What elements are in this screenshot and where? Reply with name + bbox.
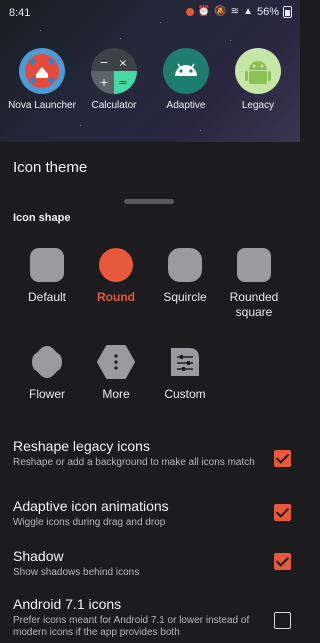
shape-option-round[interactable]: Round xyxy=(81,248,151,305)
battery-percent: 56% xyxy=(256,6,279,18)
sheet-title[interactable]: Icon theme xyxy=(13,159,87,176)
android-7-1-icons-checkbox[interactable] xyxy=(274,612,291,629)
setting-title: Android 7.1 icons xyxy=(13,596,122,612)
section-header-icon-shape: Icon shape xyxy=(13,212,71,224)
setting-description: Show shadows behind icons xyxy=(13,567,140,578)
shape-option-default[interactable]: Default xyxy=(12,248,82,305)
svg-text:−: − xyxy=(99,56,108,69)
shape-round-icon xyxy=(99,248,133,282)
shape-option-custom[interactable]: Custom xyxy=(150,345,220,402)
app-label: Adaptive xyxy=(166,100,206,111)
shape-label: Round xyxy=(97,290,135,304)
shape-flower-icon xyxy=(30,345,64,379)
alarm-icon: ⏰ xyxy=(197,6,211,17)
svg-text:×: × xyxy=(119,58,127,69)
shape-label: Squircle xyxy=(163,290,207,304)
shape-label: Flower xyxy=(28,387,65,401)
wifi-icon: ≋ xyxy=(230,6,240,17)
shape-label: Default xyxy=(27,290,67,304)
shape-option-rounded-square[interactable]: Rounded square xyxy=(219,248,289,320)
app-label: Legacy xyxy=(241,100,275,111)
android-adaptive-icon xyxy=(163,48,209,94)
shape-label: Custom xyxy=(164,387,206,401)
shape-option-more[interactable]: More xyxy=(81,345,151,402)
app-preview-legacy: Legacy xyxy=(222,48,294,111)
shape-more-icon xyxy=(97,345,135,379)
svg-text:=: = xyxy=(118,76,127,89)
app-label: Nova Launcher xyxy=(8,100,76,111)
shape-squircle-icon xyxy=(168,248,202,282)
setting-title: Shadow xyxy=(13,548,64,564)
setting-adaptive-icon-animations[interactable]: Adaptive icon animations Wiggle icons du… xyxy=(13,498,293,529)
shape-option-flower[interactable]: Flower xyxy=(12,345,82,402)
setting-title: Adaptive icon animations xyxy=(13,498,169,514)
app-preview-calculator: − × + = Calculator xyxy=(78,48,150,111)
shape-default-icon xyxy=(30,248,64,282)
status-time: 8:41 xyxy=(9,7,31,19)
setting-title: Reshape legacy icons xyxy=(13,438,150,454)
signal-icon: ▲ xyxy=(243,6,253,17)
sheet-drag-handle[interactable] xyxy=(124,199,174,204)
shape-label: Rounded square xyxy=(229,290,279,319)
app-preview-nova-launcher: Nova Launcher xyxy=(6,48,78,111)
status-bar: 8:41 ⏰ 🔕 ≋ ▲ 56% xyxy=(0,0,300,26)
android-legacy-icon xyxy=(235,48,281,94)
shape-custom-icon xyxy=(168,345,202,379)
setting-description: Prefer icons meant for Android 7.1 or lo… xyxy=(13,615,250,638)
app-label: Calculator xyxy=(91,100,137,111)
calculator-icon: − × + = xyxy=(91,48,137,94)
shape-option-squircle[interactable]: Squircle xyxy=(150,248,220,305)
reshape-legacy-icons-checkbox[interactable] xyxy=(274,450,291,467)
setting-description: Reshape or add a background to make all … xyxy=(13,457,255,468)
setting-shadow[interactable]: Shadow Show shadows behind icons xyxy=(13,548,293,579)
preview-apps: Nova Launcher − × + = Calculator Adaptiv… xyxy=(0,48,300,118)
setting-android-7-1-icons[interactable]: Android 7.1 icons Prefer icons meant for… xyxy=(13,596,293,639)
mute-icon: 🔕 xyxy=(214,6,227,17)
adaptive-icon-animations-checkbox[interactable] xyxy=(274,504,291,521)
app-preview-adaptive: Adaptive xyxy=(150,48,222,111)
icon-theme-sheet: Icon theme Icon shape Default Round Squi… xyxy=(0,142,300,643)
setting-description: Wiggle icons during drag and drop xyxy=(13,517,166,528)
icon-preview-header: 8:41 ⏰ 🔕 ≋ ▲ 56% Nova Launcher − × + = C… xyxy=(0,0,300,142)
shape-rounded-square-icon xyxy=(237,248,271,282)
shadow-checkbox[interactable] xyxy=(274,553,291,570)
notification-icon xyxy=(185,8,194,16)
setting-reshape-legacy-icons[interactable]: Reshape legacy icons Reshape or add a ba… xyxy=(13,438,293,469)
nova-launcher-icon xyxy=(19,48,65,94)
svg-text:+: + xyxy=(99,76,108,89)
shape-label: More xyxy=(102,387,130,401)
battery-icon xyxy=(283,6,292,18)
